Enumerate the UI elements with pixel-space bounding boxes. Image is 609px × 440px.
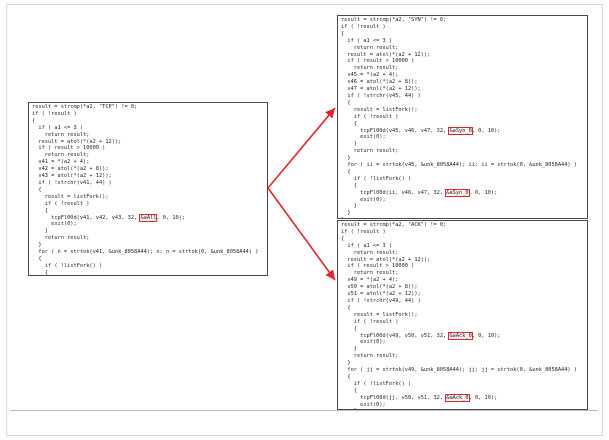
code-line: exit(0); [32,221,77,228]
code-line: if ( !strchr(v41, 44) ) [32,179,112,186]
code-line: exit(0); [341,401,386,408]
code-line: } [32,228,48,235]
code-line: } [341,141,357,148]
code-line: v49 = *(a2 + 4); [341,277,399,284]
code-line: v47 = atol(*(a2 + 12)); [341,86,421,93]
code-line: { [341,235,345,242]
code-line: result = atol(*(a2 + 12)); [341,256,431,263]
code-line: if ( !result ) [341,113,399,120]
highlighted-argument: &aSyn_0 [448,126,473,135]
code-line: return result; [32,235,90,242]
code-line: tcpFl00d(v49, v50, v51, 32, &aAck_0, 0, … [341,331,501,340]
code-line: { [341,325,357,332]
code-panel-ack: result = strcmp(*a2, "ACK") != 0; if ( !r… [337,220,588,410]
code-line: if ( a1 <= 3 ) [341,242,393,249]
code-line: return result; [341,353,399,360]
code-line: { [341,182,357,189]
code-line: return result; [341,44,399,51]
code-line: result = strcmp(*a2, "ACK") != 0; [341,222,447,228]
code-line: tcpFl00d(v45, v46, v47, 32, &aSyn_0, 0, … [341,126,501,135]
code-line: } [341,360,351,367]
code-body-ack: result = strcmp(*a2, "ACK") != 0; if ( !r… [341,222,584,409]
code-line: { [32,207,48,214]
code-line: if ( !strchr(v45, 44) ) [341,92,421,99]
code-line: result = strcmp(*a2, "TCP") != 0; [32,104,138,110]
code-line: exit(0); [341,196,386,203]
code-line: { [341,373,351,380]
highlighted-argument: &aSyn_0 [445,188,470,197]
code-line: if ( !strchr(v49, 44) ) [341,297,421,304]
code-line: { [32,269,48,276]
code-line: v51 = atol(*(a2 + 12)); [341,291,421,298]
code-line: } [32,242,42,249]
code-line: result = atol(*(a2 + 12)); [32,138,122,145]
code-line: { [341,168,351,175]
code-panel-tcp: result = strcmp(*a2, "TCP") != 0; if ( !r… [28,102,268,276]
code-line: { [32,117,36,124]
code-line: exit(0); [341,134,386,141]
code-line: } [341,203,357,210]
code-line: result = listFork(); [341,311,418,318]
code-line: if ( result > 10000 ) [341,263,415,270]
code-line: tcpFl00d(ii, v46, v47, 32, &aSyn_0, 0, 1… [341,188,498,197]
code-panel-syn: result = strcmp(*a2, "SYN") != 0; if ( !r… [337,15,588,219]
code-line: return result; [341,65,399,72]
code-line: if ( !result ) [32,200,90,207]
code-line: if ( a1 <= 3 ) [32,124,84,131]
code-line: if ( !listFork() ) [341,380,412,387]
code-line: return result; [341,249,399,256]
code-line: tcpFl00d(v41, v42, v43, 32, &aAll, 0, 10… [32,213,186,222]
code-line: exit(0); [341,339,386,346]
code-line: { [341,120,357,127]
code-line: v46 = atol(*(a2 + 8)); [341,79,418,86]
code-line: result = listFork(); [32,193,109,200]
code-line: if ( a1 <= 3 ) [341,37,393,44]
code-line: tcpFl00d(jj, v50, v51, 32, &aAck_0, 0, 1… [341,393,498,402]
highlighted-argument: &aAck_0 [445,393,470,402]
code-line: v42 = atol(*(a2 + 8)); [32,166,109,173]
code-line: for ( jj = strtok(v49, &unk_8058A44); jj… [341,367,577,374]
bottom-divider [10,410,598,411]
code-line: { [32,186,42,193]
code-line: return result; [32,152,90,159]
code-line: if ( !result ) [341,228,386,235]
code-line: { [341,304,351,311]
code-line: if ( !result ) [341,23,386,30]
highlighted-argument: &aAck_0 [448,331,473,340]
code-line: v45 = *(a2 + 4); [341,72,399,79]
code-line: return result; [341,270,399,277]
code-line: { [341,99,351,106]
code-line: result = listFork(); [341,106,418,113]
code-line: } [341,217,584,218]
code-line: } [341,210,351,217]
code-line: v41 = *(a2 + 4); [32,159,90,166]
code-line: for ( ii = strtok(v45, &unk_8058A44); ii… [341,162,577,169]
code-body-syn: result = strcmp(*a2, "SYN") != 0; if ( !r… [341,17,584,218]
code-line: { [341,30,345,37]
code-line: v43 = atol(*(a2 + 12)); [32,173,112,180]
code-line: if ( !listFork() ) [32,262,103,269]
code-line: } [341,155,351,162]
highlighted-argument: &aAll [139,213,158,222]
code-line: for ( n = strtok(v41, &unk_8058A44); n; … [32,249,259,256]
code-line: } [341,346,357,353]
code-line: return result; [32,131,90,138]
code-line: if ( !listFork() ) [341,175,412,182]
code-line: result = atol(*(a2 + 12)); [341,51,431,58]
code-line: { [341,387,357,394]
code-line: result = strcmp(*a2, "SYN") != 0; [341,17,447,23]
code-line: if ( result > 10000 ) [341,58,415,65]
code-line: return result; [341,148,399,155]
code-line: if ( !result ) [341,318,399,325]
code-line: if ( !result ) [32,110,77,117]
code-line: if ( result > 10000 ) [32,145,106,152]
code-line: v50 = atol(*(a2 + 8)); [341,284,418,291]
code-body-tcp: result = strcmp(*a2, "TCP") != 0; if ( !r… [32,104,264,276]
code-line: { [32,255,42,262]
